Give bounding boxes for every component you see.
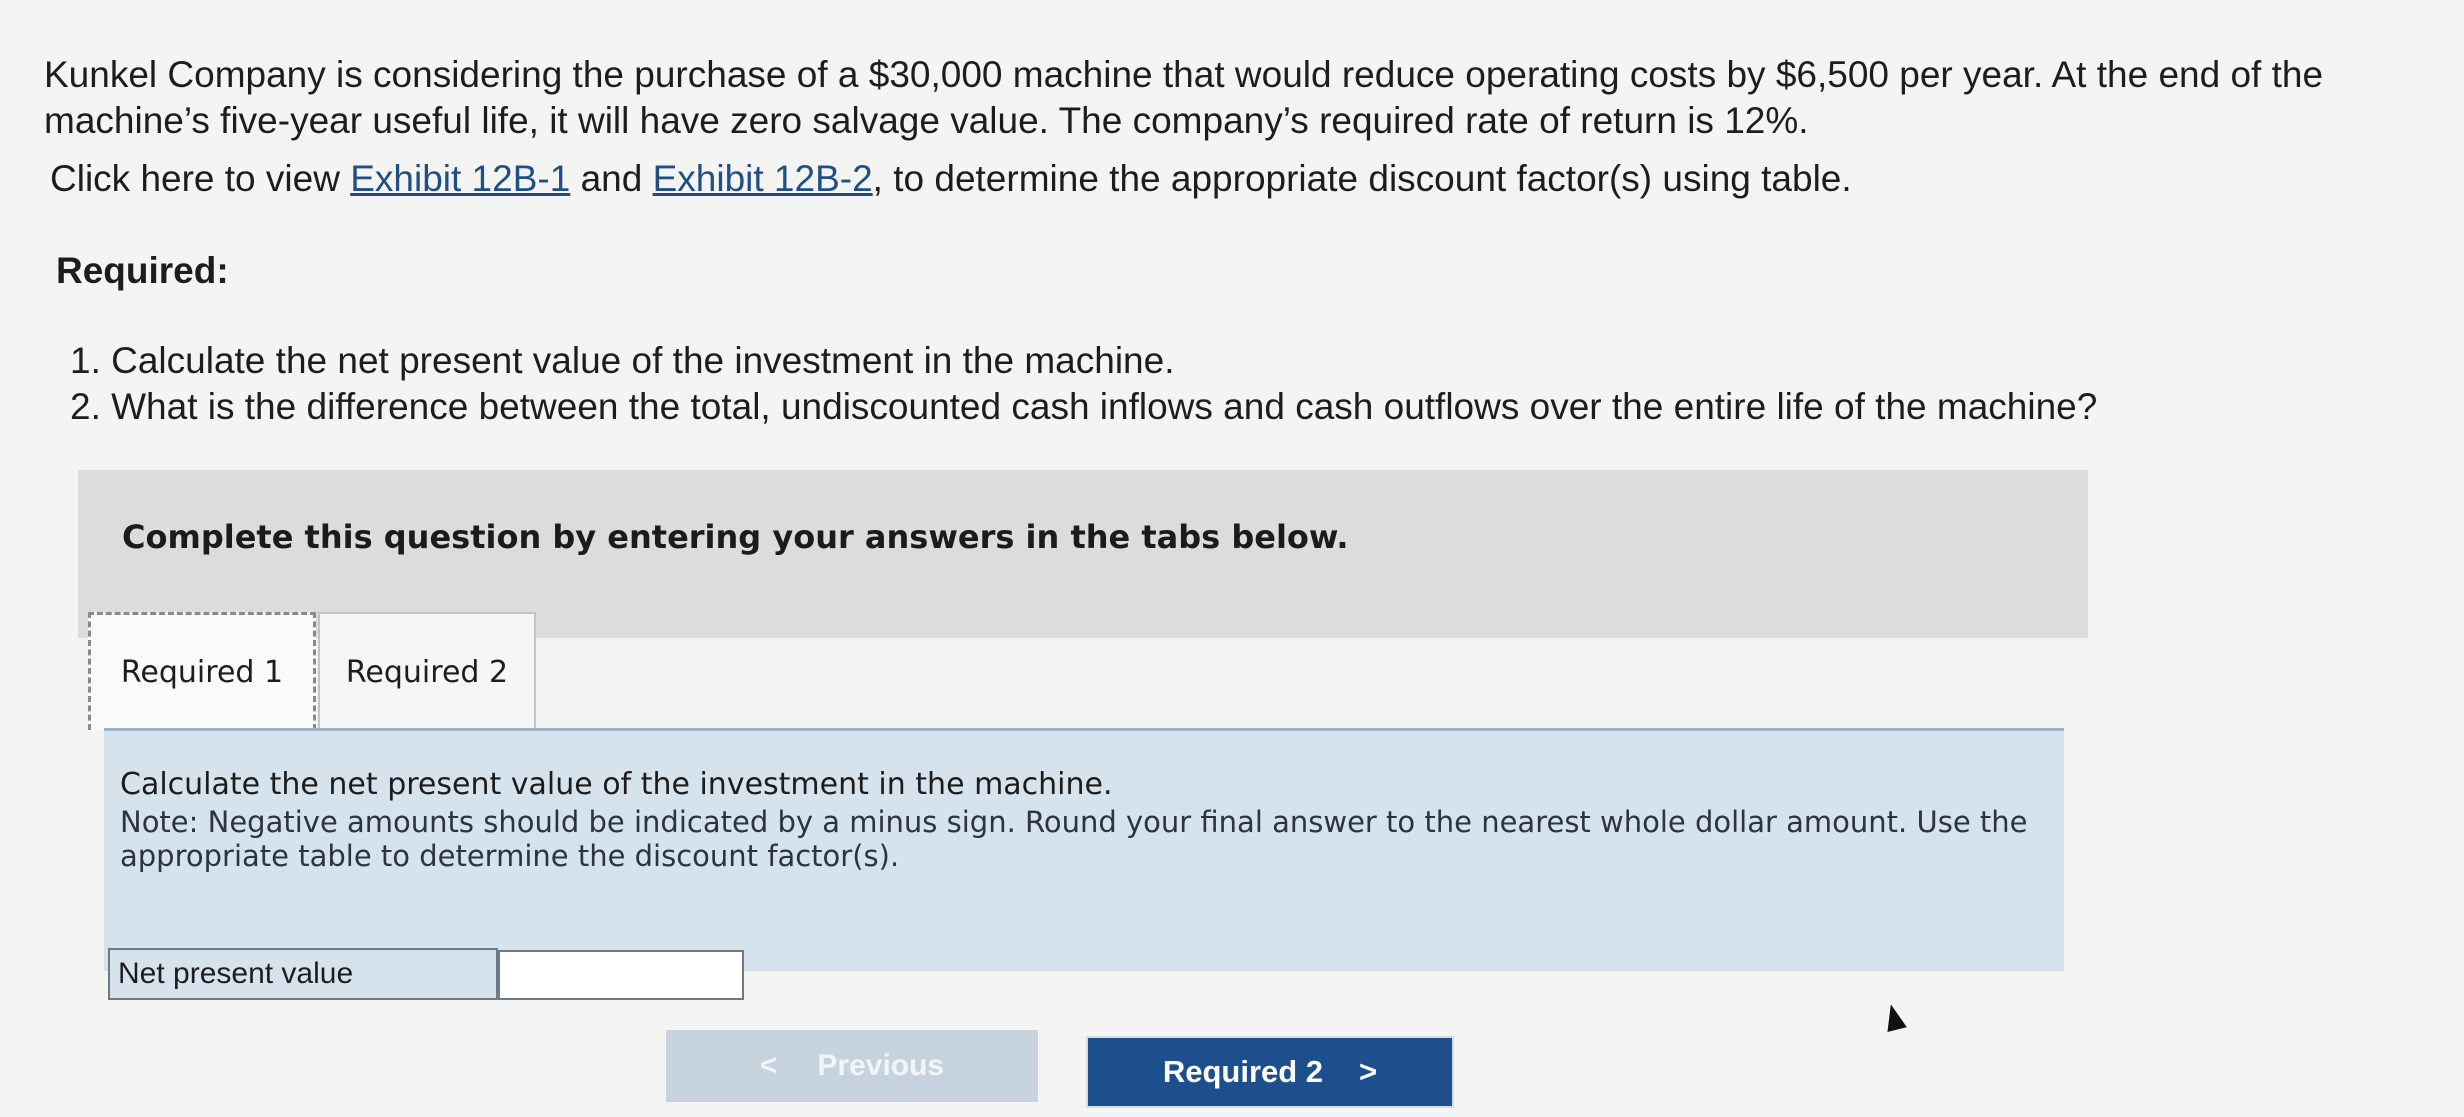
required-heading: Required: <box>56 250 229 291</box>
content-question: Calculate the net present value of the i… <box>120 767 1113 802</box>
next-label: Required 2 <box>1162 1054 1324 1089</box>
exhibit-12b-1-link[interactable]: Exhibit 12B-1 <box>350 158 570 199</box>
chevron-right-icon: > <box>1359 1054 1378 1089</box>
tab-content: Calculate the net present value of the i… <box>104 728 2064 971</box>
next-required-2-button[interactable]: Required 2 > <box>1086 1036 1454 1108</box>
exhibit-prefix: Click here to view <box>50 158 351 199</box>
required-item-2: 2. What is the difference between the to… <box>70 386 2098 427</box>
tab-required-1[interactable]: Required 1 <box>88 612 316 730</box>
npv-input[interactable] <box>498 950 744 1000</box>
mouse-cursor-icon <box>1881 1001 1907 1033</box>
exhibit-and: and <box>570 158 653 199</box>
npv-label: Net present value <box>108 948 498 1000</box>
chevron-left-icon: < <box>759 1049 778 1082</box>
previous-label: Previous <box>817 1049 945 1082</box>
panel-instruction: Complete this question by entering your … <box>122 518 1349 556</box>
exhibit-instruction: Click here to view Exhibit 12B-1 and Exh… <box>50 158 1852 200</box>
exhibit-suffix: , to determine the appropriate discount … <box>872 158 1852 199</box>
exhibit-12b-2-link[interactable]: Exhibit 12B-2 <box>653 158 873 199</box>
previous-button[interactable]: < Previous <box>666 1030 1038 1102</box>
required-list: 1. Calculate the net present value of th… <box>70 338 2097 430</box>
problem-statement: Kunkel Company is considering the purcha… <box>44 54 2324 141</box>
tab-required-2[interactable]: Required 2 <box>318 612 536 730</box>
content-note: Note: Negative amounts should be indicat… <box>120 805 2028 873</box>
required-item-1: 1. Calculate the net present value of th… <box>70 340 1175 381</box>
